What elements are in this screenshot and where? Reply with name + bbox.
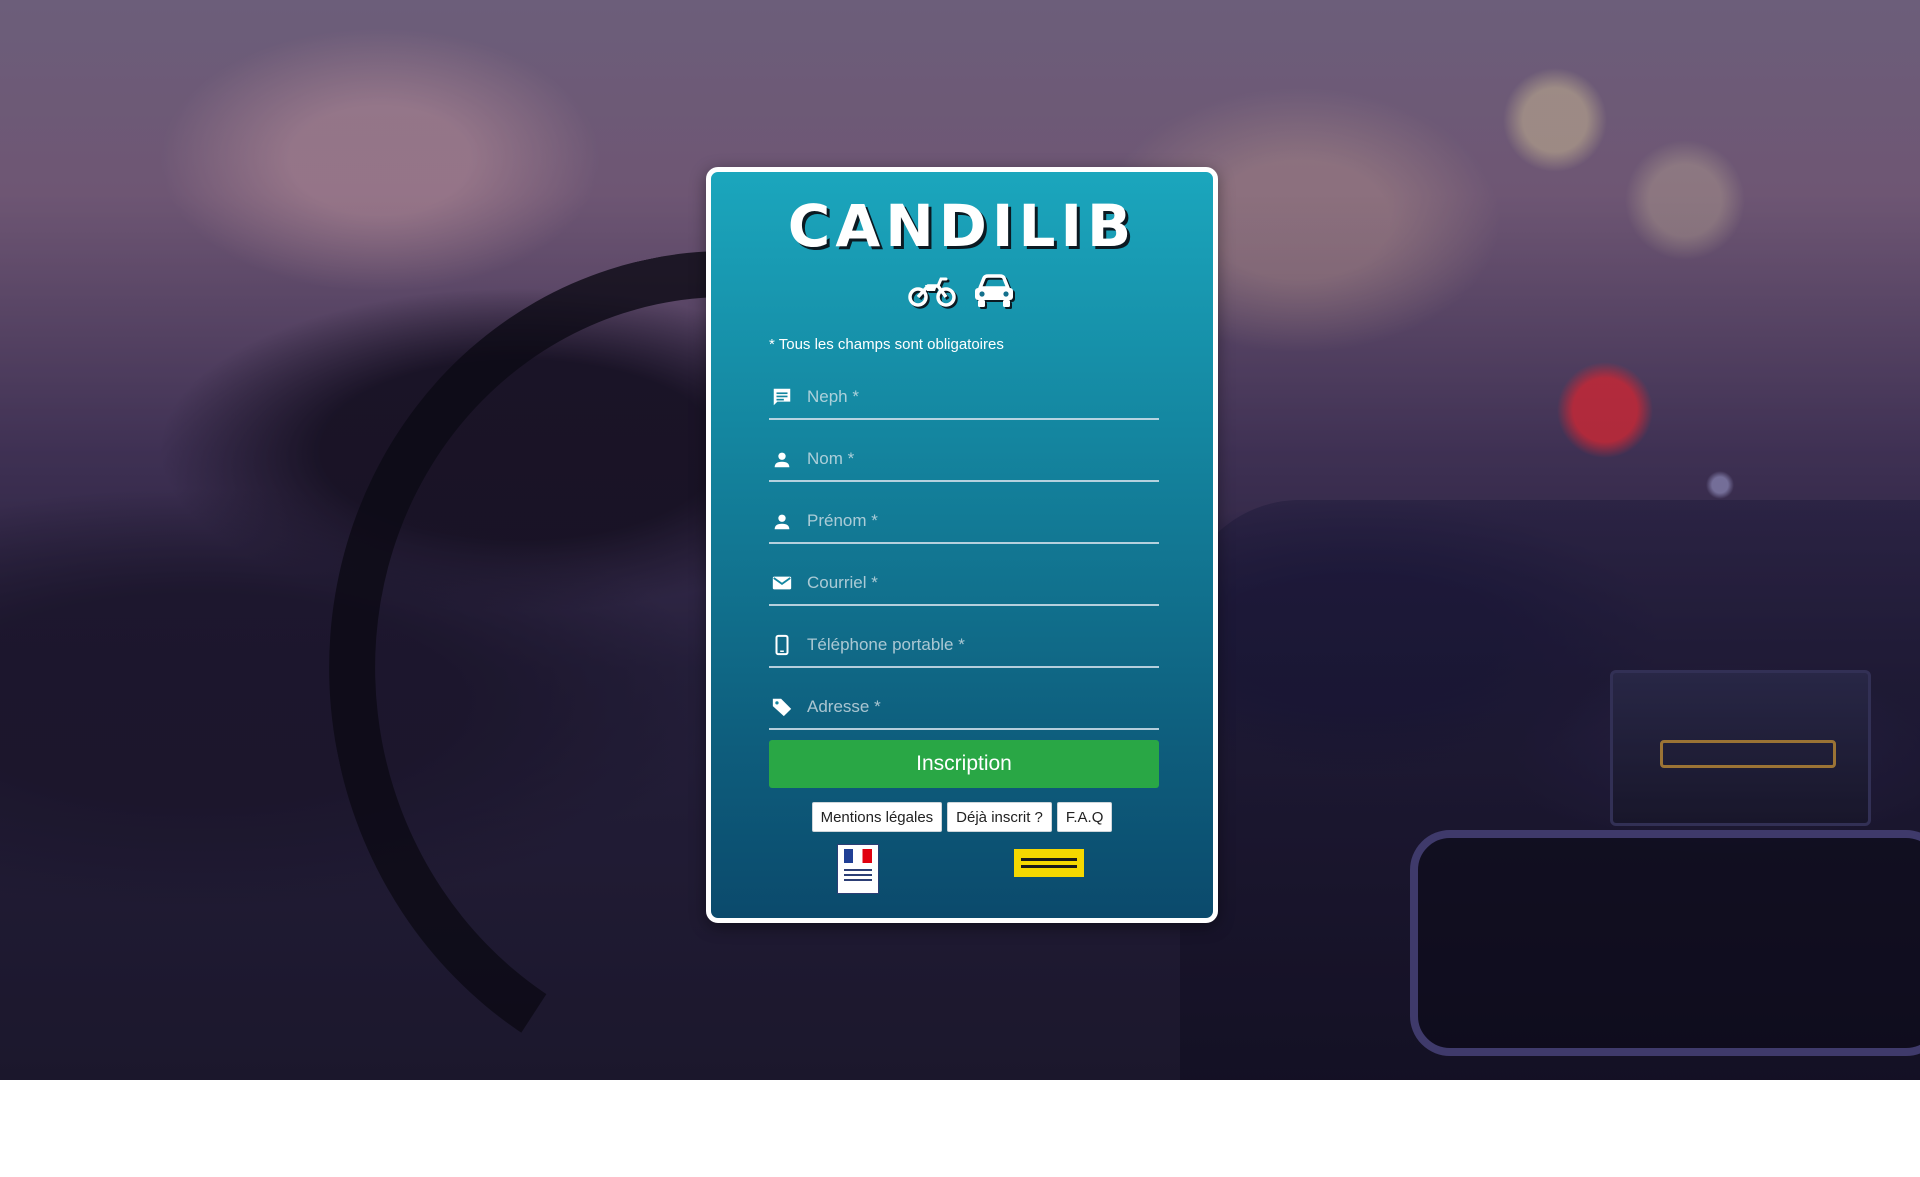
person-icon [774,514,790,530]
motorcycle-icon [908,277,956,307]
nom-field [769,440,1159,482]
inscription-button[interactable]: Inscription [769,740,1159,788]
telephone-field [769,626,1159,668]
prenom-field [769,502,1159,544]
signup-card: CANDILIB * Tous les champs sont obligato… [706,167,1218,923]
courriel-field [769,564,1159,606]
person-icon [774,452,790,468]
french-flag-mark [844,849,872,863]
telephone-input[interactable] [807,632,1147,658]
adresse-input[interactable] [807,694,1147,720]
courriel-input[interactable] [807,570,1147,596]
vehicle-icons [711,274,1213,310]
neph-input[interactable] [807,384,1147,410]
tag-icon [772,698,792,717]
message-icon [773,388,791,406]
prenom-input[interactable] [807,508,1147,534]
adresse-field [769,688,1159,730]
logo-text-lines [844,869,872,884]
mentions-legales-button[interactable]: Mentions légales [811,802,943,832]
nom-input[interactable] [807,446,1147,472]
mail-icon [772,576,792,590]
deja-inscrit-button[interactable]: Déjà inscrit ? [947,802,1052,832]
faq-button[interactable]: F.A.Q [1056,802,1113,832]
app-title: CANDILIB [787,192,1137,260]
required-fields-hint: * Tous les champs sont obligatoires [769,336,1004,353]
securite-routiere-logo [1014,849,1084,877]
car-icon [975,274,1013,307]
footer-links: Mentions légales Déjà inscrit ? F.A.Q [711,802,1213,832]
neph-field [769,378,1159,420]
ministere-interieur-logo [837,844,879,894]
phone-icon [775,634,789,656]
